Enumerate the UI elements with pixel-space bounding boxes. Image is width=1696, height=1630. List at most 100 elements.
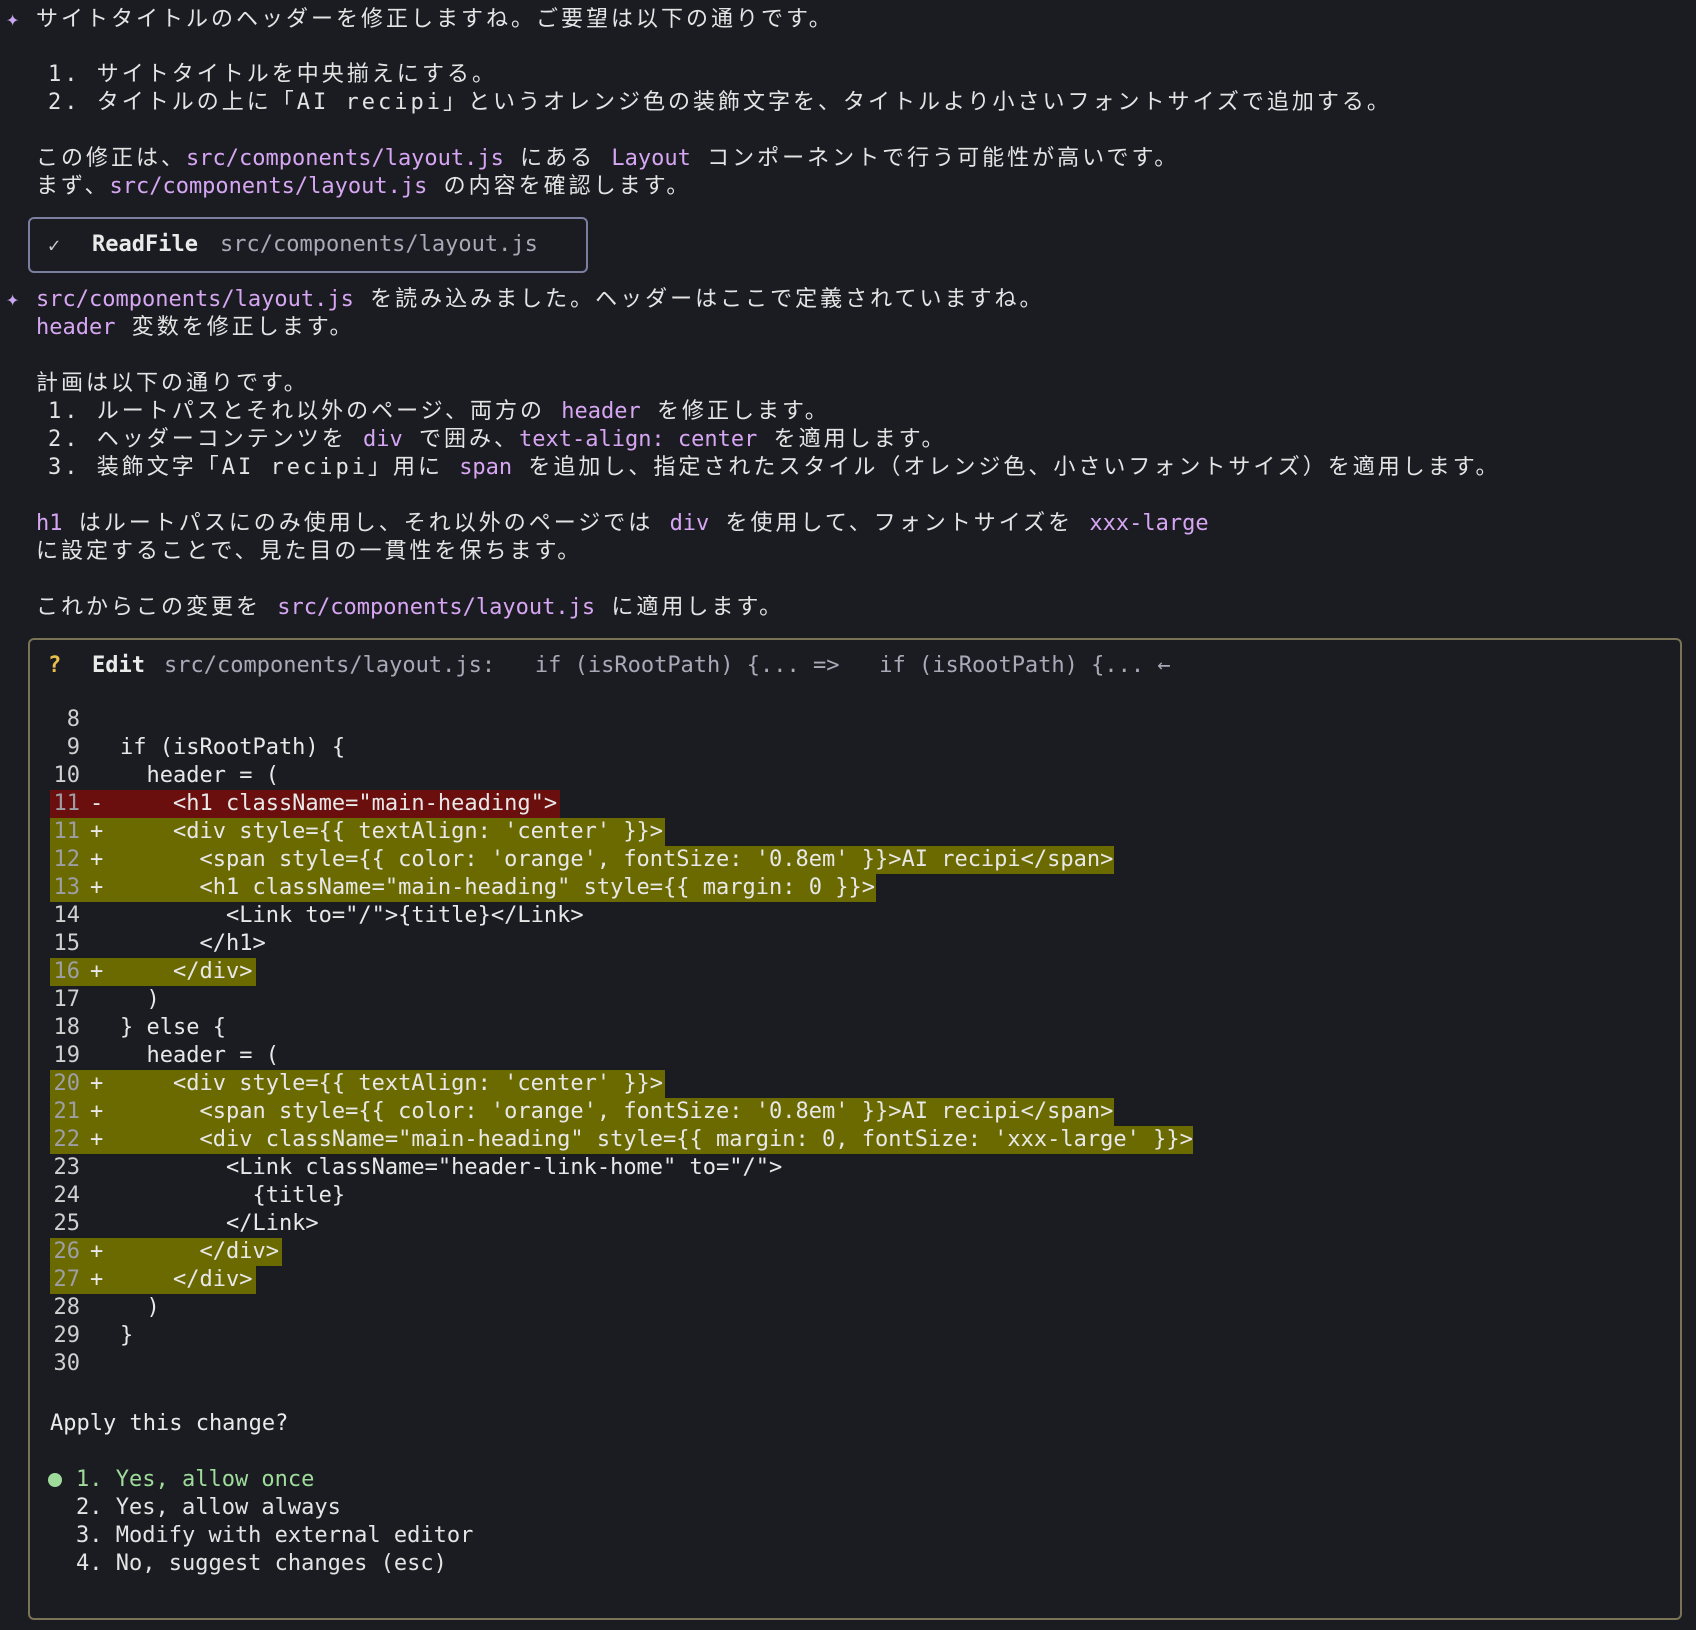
code-text: <h1 className="main-heading"> [120,791,558,816]
diff-marker [90,1182,103,1210]
line-number: 12 [53,847,81,872]
code-text: <Link className="header-link-home" to="/… [120,1155,783,1180]
code-span: div [362,427,403,452]
code-span: header [36,315,116,340]
code-text: } [120,1323,134,1348]
code-text: </div> [120,1239,279,1264]
code-span: xxx-large [1089,511,1209,536]
diff-marker: + [90,959,104,984]
readfile-tool-box: ✓ ReadFile src/components/layout.js [28,217,588,273]
line-number: 8 [66,707,80,732]
code-span: src/components/layout.js [109,174,428,199]
code-span: src/components/layout.js [277,595,596,620]
code-text: <div style={{ textAlign: 'center' }}> [120,1071,664,1096]
code-text: </div> [120,959,253,984]
code-span: Layout [611,146,691,171]
response-line: これからこの変更を src/components/layout.js に適用しま… [36,595,785,620]
code-span: src/components/layout.js [36,287,354,312]
line-number: 13 [53,875,81,900]
response-line: h1 はルートパスにのみ使用し、それ以外のページでは div を使用して、フォン… [36,511,1209,536]
apply-question: Apply this change? [50,1411,289,1436]
line-number: 30 [53,1351,81,1376]
line-number: 11 [53,791,81,816]
line-number: 29 [53,1323,81,1348]
code-text: </Link> [120,1211,319,1236]
code-text: header = ( [120,1043,279,1068]
sparkle-icon: ✦ [6,287,20,312]
plan-item: 2. ヘッダーコンテンツを div で囲み、text-align: center… [48,427,947,452]
diff-marker: - [90,791,104,816]
tool-name: ReadFile [92,232,198,257]
diff-marker: + [90,1071,104,1096]
code-text: <div style={{ textAlign: 'center' }}> [120,819,664,844]
line-number: 11 [53,819,81,844]
selected-bullet-icon [48,1473,62,1487]
intro-line: この修正は、src/components/layout.js にある Layou… [36,146,1180,171]
question-icon: ? [48,653,62,678]
line-number: 16 [53,959,81,984]
diff-marker [90,902,103,930]
plan-item: 1. ルートパスとそれ以外のページ、両方の header を修正します。 [48,399,830,424]
diff-marker [90,1294,103,1322]
diff-marker [90,734,103,762]
code-text: header = ( [120,763,279,788]
code-span: header [561,399,641,424]
line-number: 17 [53,987,81,1012]
tool-description: src/components/layout.js: if (isRootPath… [164,653,1171,678]
diff-marker: + [90,819,104,844]
code-text: <span style={{ color: 'orange', fontSize… [120,1099,1114,1124]
tool-path: src/components/layout.js [220,232,538,257]
code-text: } else { [120,1015,226,1040]
line-number: 24 [53,1183,81,1208]
line-number: 27 [53,1267,81,1292]
line-number: 28 [53,1295,81,1320]
diff-marker: + [90,1127,104,1152]
code-text: <div className="main-heading" style={{ m… [120,1127,1193,1152]
diff-marker [90,762,103,790]
code-text: <h1 className="main-heading" style={{ ma… [120,875,875,900]
code-span: text-align: center [518,427,758,452]
diff-marker [90,1014,103,1042]
line-number: 22 [53,1127,81,1152]
line-number: 20 [53,1071,81,1096]
response-line: header 変数を修正します。 [36,315,355,340]
code-text: {title} [120,1183,346,1208]
tool-name: Edit [92,653,145,678]
response-line: に設定することで、見た目の一貫性を保ちます。 [36,539,583,564]
diff-marker [90,706,103,734]
line-number: 25 [53,1211,81,1236]
line-number: 26 [53,1239,81,1264]
code-span: span [459,455,513,480]
intro-list-item: 2. タイトルの上に「AI recipi」というオレンジ色の装飾文字を、タイトル… [48,90,1392,115]
code-text: <span style={{ color: 'orange', fontSize… [120,847,1114,872]
sparkle-icon: ✦ [6,7,20,32]
diff-marker: + [90,1099,104,1124]
line-number: 14 [53,903,81,928]
diff-marker [90,1210,103,1238]
code-text: <Link to="/">{title}</Link> [120,903,584,928]
edit-confirm-panel: ? Edit src/components/layout.js: if (isR… [28,638,1682,1620]
code-span: h1 [36,511,63,536]
line-number: 21 [53,1099,81,1124]
code-text: ) [120,1295,160,1320]
diff-marker [90,1042,103,1070]
diff-marker [90,930,103,958]
diff-marker: + [90,1239,104,1264]
code-text: </div> [120,1267,253,1292]
diff-marker: + [90,875,104,900]
plan-heading: 計画は以下の通りです。 [36,371,309,396]
line-number: 10 [53,763,81,788]
diff-marker [90,1322,103,1350]
code-text: if (isRootPath) { [120,735,346,760]
line-number: 19 [53,1043,81,1068]
line-number: 15 [53,931,81,956]
code-span: div [669,511,710,536]
diff-marker [90,1154,103,1182]
code-span: src/components/layout.js [186,146,504,171]
line-number: 23 [53,1155,81,1180]
intro-list-item: 1. サイトタイトルを中央揃えにする。 [48,62,497,87]
code-text: </h1> [120,931,266,956]
terminal-screen: ✦ サイトタイトルのヘッダーを修正しますね。ご要望は以下の通りです。 1. サイ… [0,0,1696,1630]
diff-marker [90,986,103,1014]
check-icon: ✓ [48,233,61,257]
